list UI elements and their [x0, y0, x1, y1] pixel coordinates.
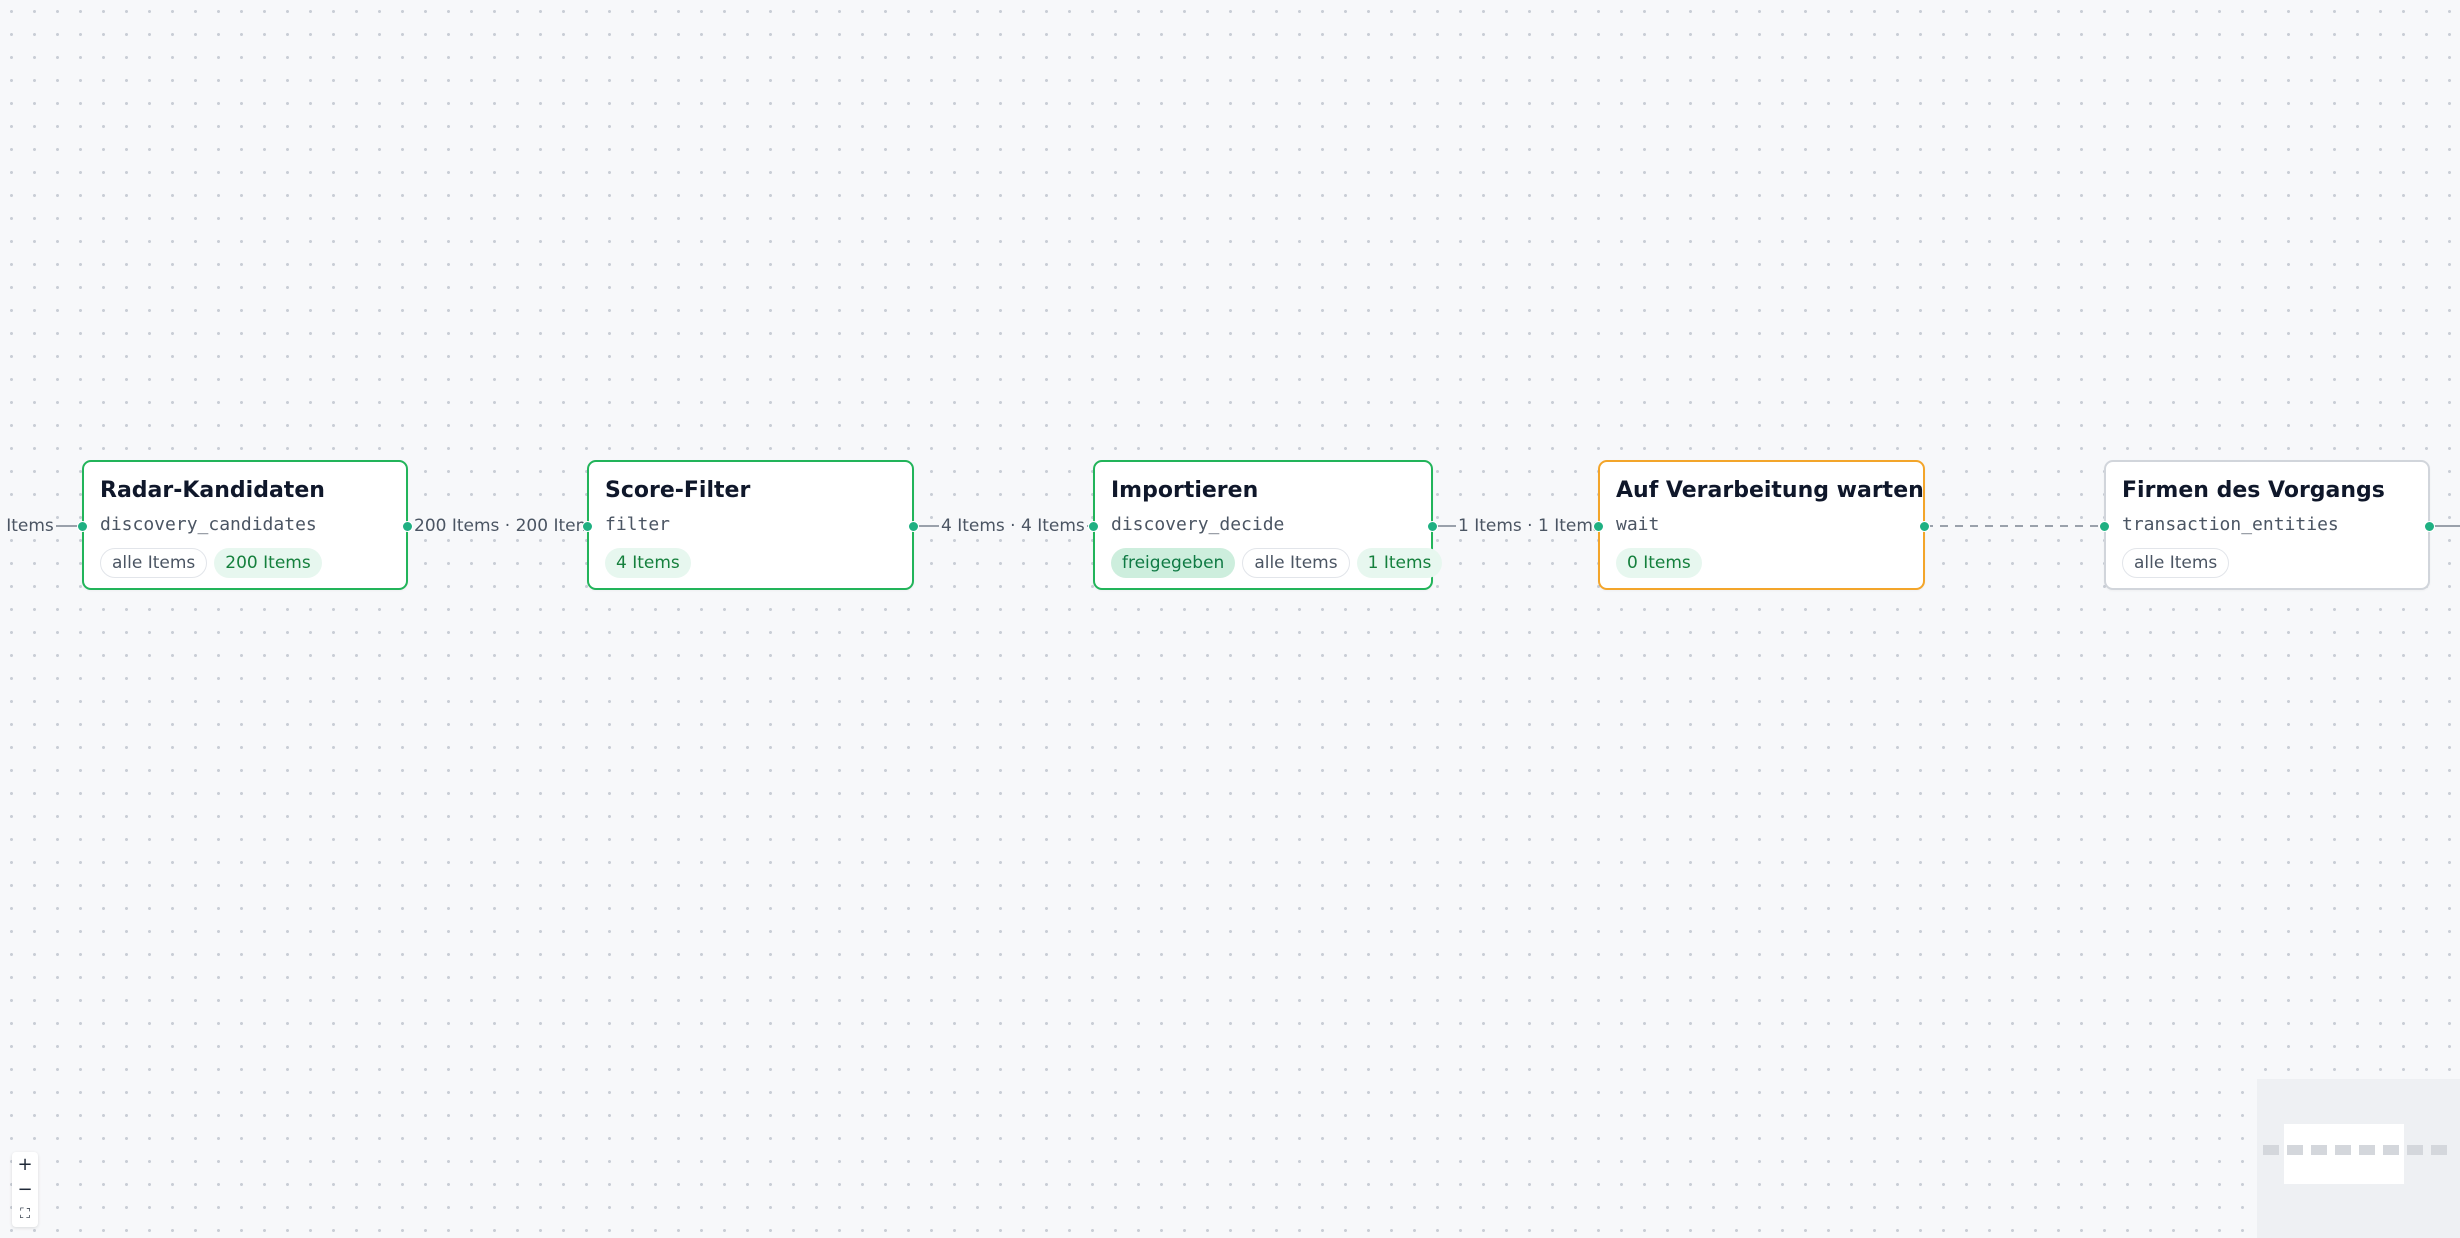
output-handle[interactable]: [1919, 521, 1930, 532]
count-badge: 200 Items: [214, 548, 322, 578]
minimap-node: [2383, 1145, 2399, 1155]
count-badge: 0 Items: [1616, 548, 1702, 578]
node-title: Importieren: [1111, 478, 1259, 503]
node-score-filter[interactable]: Score-Filter filter 4 Items: [582, 460, 919, 590]
zoom-in-button[interactable]: +: [12, 1152, 38, 1177]
flow-canvas[interactable]: 1 Items 200 Items · 200 Items 4 Items · …: [0, 0, 2460, 1238]
edge-label-import-to-wait: 1 Items · 1 Items: [1456, 514, 1604, 538]
edge-layer: [50, 525, 2460, 527]
minimap-node: [2431, 1145, 2447, 1155]
zoom-controls: + − ⛶: [12, 1152, 38, 1227]
scope-badge: alle Items: [100, 548, 208, 578]
input-handle[interactable]: [77, 521, 88, 532]
node-radar-kandidaten[interactable]: Radar-Kandidaten discovery_candidates al…: [77, 460, 413, 590]
node-badges: alle Items: [2122, 548, 2230, 578]
minimap-node: [2287, 1145, 2303, 1155]
node-type: discovery_decide: [1111, 514, 1285, 535]
edge-label-filter-to-import: 4 Items · 4 Items: [939, 514, 1087, 538]
node-auf-verarbeitung-warten[interactable]: Auf Verarbeitung warten wait 0 Items: [1593, 460, 1930, 590]
node-title: Score-Filter: [605, 478, 751, 503]
node-badges: 4 Items: [605, 548, 691, 578]
node-title: Radar-Kandidaten: [100, 478, 325, 503]
node-badges: alle Items 200 Items: [100, 548, 322, 578]
input-handle[interactable]: [2099, 521, 2110, 532]
fit-view-icon: ⛶: [20, 1206, 30, 1222]
output-handle[interactable]: [908, 521, 919, 532]
edge-label-radar-to-filter: 200 Items · 200 Items: [412, 514, 604, 538]
minimap[interactable]: [2257, 1079, 2460, 1238]
node-importieren[interactable]: Importieren discovery_decide freigegeben…: [1088, 460, 1443, 590]
zoom-out-button[interactable]: −: [12, 1177, 38, 1202]
node-type: filter: [605, 514, 671, 535]
node-firmen-des-vorgangs[interactable]: Firmen des Vorgangs transaction_entities…: [2099, 460, 2435, 590]
count-badge: 1 Items: [1356, 548, 1443, 578]
edge-label-in: 1 Items: [0, 514, 56, 538]
output-handle[interactable]: [1427, 521, 1438, 532]
node-type: wait: [1616, 514, 1660, 535]
minimap-node: [2263, 1145, 2279, 1155]
fit-view-button[interactable]: ⛶: [12, 1202, 38, 1227]
node-type: transaction_entities: [2122, 514, 2339, 535]
minimap-node: [2311, 1145, 2327, 1155]
count-badge: 4 Items: [605, 548, 691, 578]
scope-badge: alle Items: [1242, 548, 1350, 578]
output-handle[interactable]: [402, 521, 413, 532]
minimap-node: [2407, 1145, 2423, 1155]
status-badge: freigegeben: [1111, 548, 1236, 578]
node-badges: freigegeben alle Items 1 Items: [1111, 548, 1443, 578]
node-title: Firmen des Vorgangs: [2122, 478, 2385, 503]
input-handle[interactable]: [1088, 521, 1099, 532]
node-type: discovery_candidates: [100, 514, 317, 535]
minimap-node: [2335, 1145, 2351, 1155]
node-title: Auf Verarbeitung warten: [1616, 478, 1924, 503]
input-handle[interactable]: [582, 521, 593, 532]
input-handle[interactable]: [1593, 521, 1604, 532]
scope-badge: alle Items: [2122, 548, 2230, 578]
minimap-node: [2359, 1145, 2375, 1155]
node-badges: 0 Items: [1616, 548, 1702, 578]
output-handle[interactable]: [2424, 521, 2435, 532]
